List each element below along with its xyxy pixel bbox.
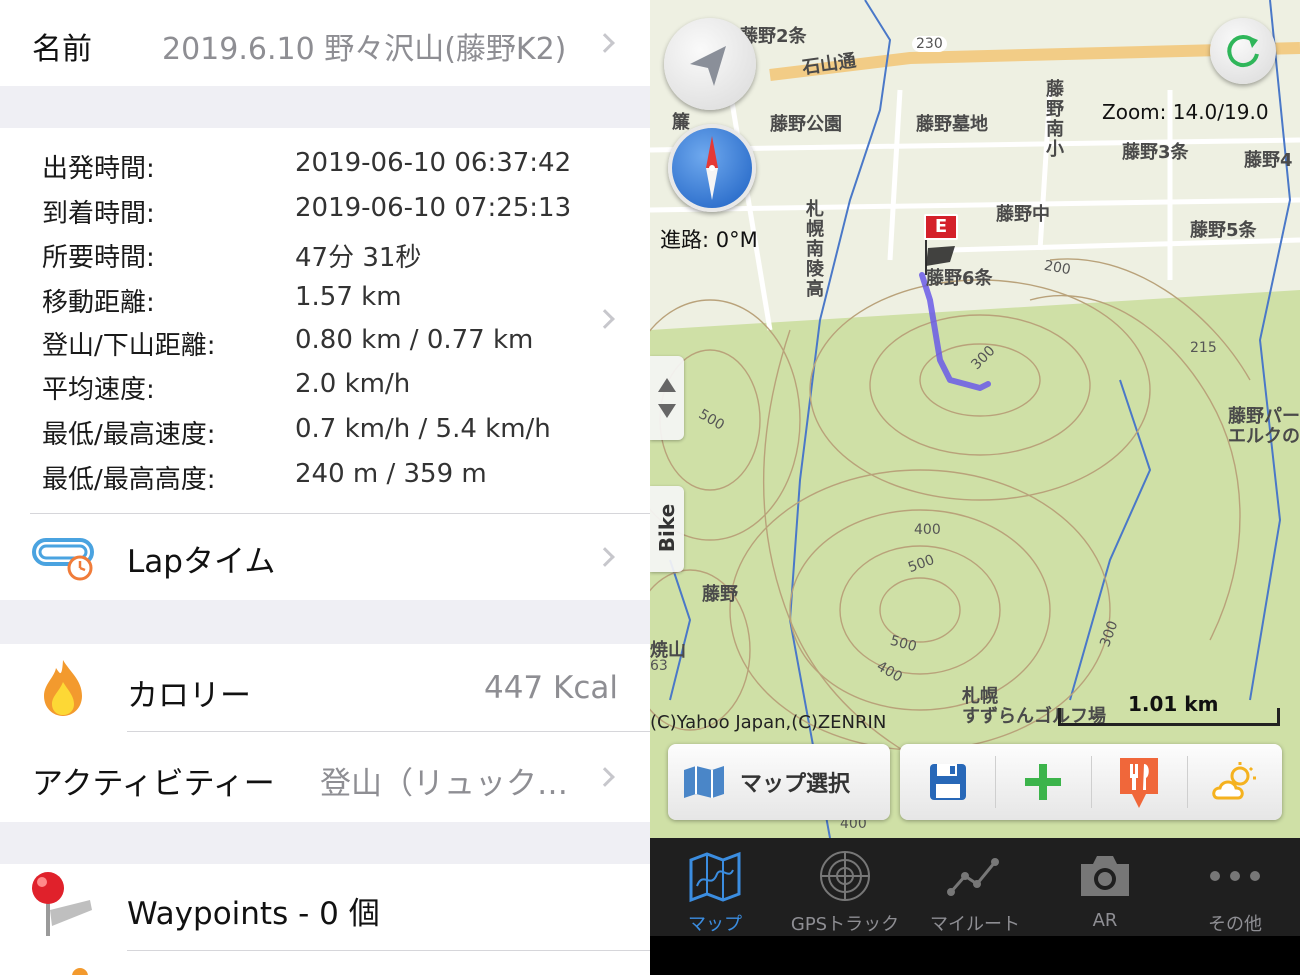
- tab-label: AR: [1092, 910, 1118, 931]
- tab-ar[interactable]: AR: [1040, 838, 1170, 936]
- stat-value: 2019-06-10 07:25:13: [295, 193, 572, 223]
- radar-icon: [820, 851, 870, 901]
- tab-more[interactable]: その他: [1170, 838, 1300, 936]
- map-tools-group: [900, 744, 1282, 820]
- next-row-icon: [72, 968, 88, 975]
- tab-gps-track[interactable]: GPSトラック: [780, 838, 910, 936]
- stat-label: 移動距離:: [42, 288, 155, 318]
- map-canvas[interactable]: 藤野2条 石山通 230 藤野公園 藤野墓地 藤野南小 藤野3条 藤野4 藤野中…: [650, 0, 1300, 838]
- weather-icon: [1212, 762, 1256, 800]
- elevation-label: 215: [1190, 340, 1217, 356]
- stat-label: 登山/下山距離:: [42, 331, 216, 361]
- lap-timer-icon: [32, 538, 94, 581]
- lap-row[interactable]: [0, 514, 650, 600]
- map-select-button[interactable]: マップ選択: [668, 744, 890, 820]
- activity-label: アクティビティー: [32, 766, 275, 802]
- place-label: 藤野中: [996, 204, 1050, 225]
- place-label: 藤野墓地: [916, 114, 988, 135]
- location-button[interactable]: [664, 18, 756, 110]
- divider: [127, 731, 650, 732]
- stat-value: 240 m / 359 m: [295, 459, 487, 489]
- calorie-label: カロリー: [127, 678, 251, 714]
- lap-label: Lapタイム: [127, 544, 276, 580]
- track-name-value: 2019.6.10 野々沢山(藤野K2): [162, 32, 567, 67]
- scale-bar: [1058, 708, 1280, 726]
- plus-icon: [1025, 764, 1061, 800]
- place-label: 藤野4: [1244, 150, 1293, 171]
- stat-label: 最低/最高速度:: [42, 420, 216, 450]
- restaurant-pin-icon: [1120, 758, 1158, 808]
- route-number-label: 230: [912, 36, 947, 52]
- map-fold-icon: [684, 766, 724, 798]
- stat-label: 所要時間:: [42, 243, 155, 273]
- panel-toggle-arrows[interactable]: [650, 356, 684, 440]
- stat-value: 2.0 km/h: [295, 369, 411, 399]
- pin-icon: [32, 872, 92, 936]
- activity-value: 登山（リュック…: [320, 766, 568, 802]
- bike-mode-label: Bike: [655, 503, 679, 553]
- calorie-value: 447 Kcal: [483, 670, 618, 706]
- camera-icon: [1081, 856, 1129, 896]
- refresh-icon: [1227, 35, 1259, 68]
- route-icon: [947, 858, 999, 896]
- zoom-readout: Zoom: 14.0/19.0: [1102, 100, 1269, 124]
- stat-value: 1.57 km: [295, 282, 402, 312]
- refresh-button[interactable]: [1210, 18, 1276, 84]
- place-label: 藤野3条: [1122, 142, 1189, 163]
- save-button[interactable]: [900, 744, 995, 820]
- place-label: エルクの: [1228, 426, 1300, 447]
- stat-label: 最低/最高高度:: [42, 465, 216, 495]
- track-end-marker[interactable]: E: [924, 214, 958, 240]
- track-name-row[interactable]: 名前 2019.6.10 野々沢山(藤野K2): [0, 0, 650, 86]
- tab-bar: マップ GPSトラック マイルート AR その他: [650, 838, 1300, 936]
- stat-value: 2019-06-10 06:37:42: [295, 148, 572, 178]
- map-panel: 藤野2条 石山通 230 藤野公園 藤野墓地 藤野南小 藤野3条 藤野4 藤野中…: [650, 0, 1300, 975]
- save-icon: [930, 764, 966, 800]
- more-icon: [1210, 871, 1260, 881]
- stat-value: 0.7 km/h / 5.4 km/h: [295, 414, 551, 444]
- add-waypoint-button[interactable]: [996, 744, 1091, 820]
- location-arrow-icon: [690, 46, 726, 86]
- place-label: 藤野5条: [1190, 220, 1257, 241]
- map-select-label: マップ選択: [740, 772, 851, 797]
- stat-label: 到着時間:: [42, 199, 155, 229]
- place-label: 札幌南陵高: [806, 199, 824, 300]
- weather-button[interactable]: [1188, 744, 1282, 820]
- heading-readout: 進路: 0°M: [660, 228, 758, 252]
- compass-button[interactable]: [668, 124, 756, 212]
- place-label: 藤野6条: [926, 268, 993, 289]
- tab-label: マップ: [688, 914, 742, 935]
- place-label: 藤野公園: [770, 114, 842, 135]
- place-label: 藤野南小: [1046, 79, 1064, 160]
- stat-value: 0.80 km / 0.77 km: [295, 325, 534, 355]
- end-marker-label: E: [934, 216, 948, 237]
- tab-label: マイルート: [930, 914, 1020, 935]
- waypoints-label: Waypoints - 0 個: [127, 896, 380, 932]
- place-label: 藤野: [702, 584, 738, 605]
- map-icon: [689, 851, 741, 903]
- stat-label: 出発時間:: [42, 154, 155, 184]
- tab-label: その他: [1208, 914, 1262, 935]
- map-copyright: (C)Yahoo Japan,(C)ZENRIN: [650, 712, 887, 733]
- track-name-label: 名前: [32, 32, 92, 67]
- contour-label: 400: [914, 522, 941, 538]
- up-down-arrows-icon: [658, 378, 676, 418]
- tab-map[interactable]: マップ: [650, 838, 780, 936]
- tab-my-route[interactable]: マイルート: [910, 838, 1040, 936]
- bike-mode-tab[interactable]: Bike: [650, 486, 684, 572]
- elevation-label: 63: [650, 658, 668, 674]
- compass-icon: [706, 136, 718, 200]
- flame-icon: [44, 660, 82, 716]
- divider: [127, 950, 650, 951]
- stat-value: 47分 31秒: [295, 243, 422, 273]
- stat-label: 平均速度:: [42, 375, 155, 405]
- track-detail-panel: 名前 2019.6.10 野々沢山(藤野K2) 出発時間: 2019-06-10…: [0, 0, 650, 975]
- poi-button[interactable]: [1092, 744, 1187, 820]
- chevron-right-icon: [595, 33, 615, 53]
- tab-label: GPSトラック: [790, 914, 900, 935]
- chevron-right-icon: [595, 309, 615, 329]
